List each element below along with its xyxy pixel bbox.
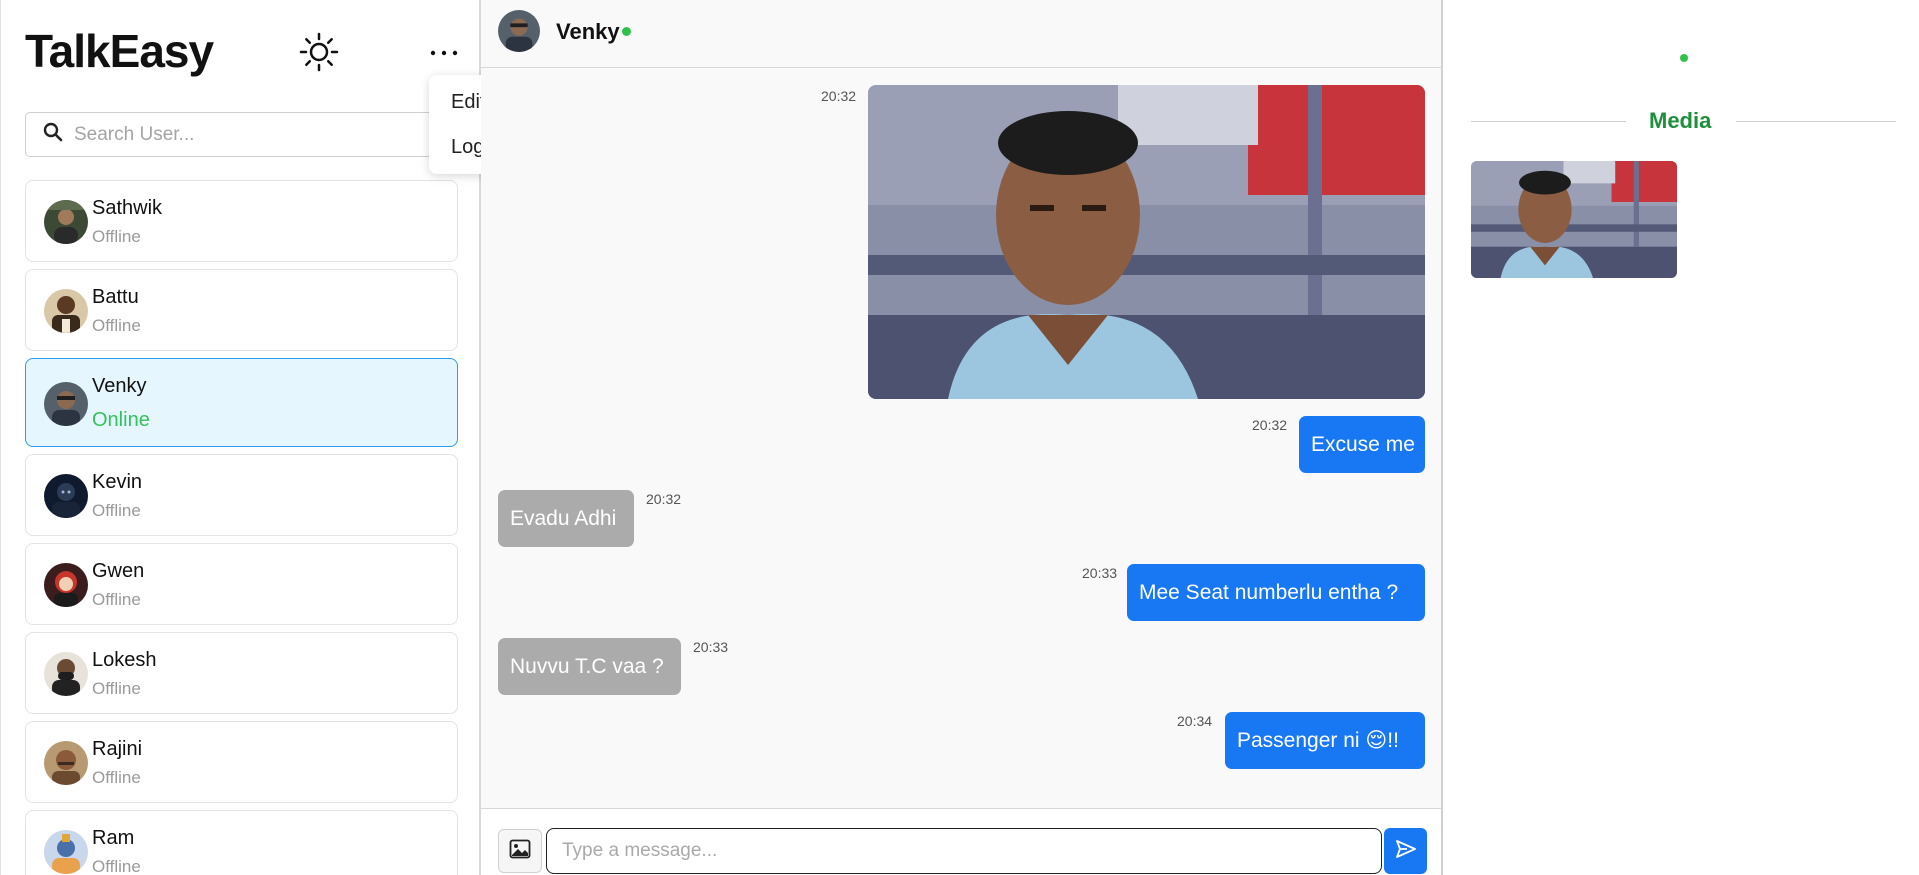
message-bubble-received: Evadu Adhi bbox=[498, 490, 634, 547]
search-input[interactable] bbox=[74, 123, 434, 146]
message-image[interactable] bbox=[868, 85, 1425, 399]
message-bubble-sent: Passenger ni 😌!! bbox=[1225, 712, 1425, 769]
user-status: Offline bbox=[92, 501, 141, 520]
user-name: Gwen bbox=[92, 560, 145, 582]
user-list: Sathwik Offline Battu Offline Venky Onli… bbox=[25, 180, 458, 875]
user-name: Battu bbox=[92, 286, 139, 308]
avatar bbox=[44, 830, 88, 874]
message-time: 20:34 bbox=[1177, 713, 1213, 729]
divider bbox=[1736, 121, 1896, 122]
user-name: Rajini bbox=[92, 738, 143, 760]
user-item-venky[interactable]: Venky Online bbox=[25, 358, 458, 447]
user-item-battu[interactable]: Battu Offline bbox=[25, 269, 458, 351]
user-name: Ram bbox=[92, 827, 135, 849]
media-thumbnail[interactable] bbox=[1471, 161, 1677, 278]
send-icon bbox=[1395, 838, 1417, 865]
sidebar: TalkEasy Search User... Sathwik Offline … bbox=[0, 0, 481, 875]
message-bubble-received: Nuvvu T.C vaa ? bbox=[498, 638, 681, 695]
send-button[interactable] bbox=[1384, 828, 1427, 874]
online-indicator bbox=[1680, 54, 1688, 62]
user-name: Lokesh bbox=[92, 649, 157, 671]
user-status: Offline bbox=[92, 590, 141, 609]
avatar bbox=[44, 200, 88, 244]
avatar bbox=[44, 652, 88, 696]
user-item-sathwik[interactable]: Sathwik Offline bbox=[25, 180, 458, 262]
message-bubble-sent: Excuse me bbox=[1299, 416, 1425, 473]
message-bubble-sent: Mee Seat numberlu entha ? bbox=[1127, 564, 1425, 621]
search-box bbox=[25, 112, 455, 157]
user-status: Online bbox=[92, 409, 150, 431]
message-composer bbox=[481, 808, 1441, 875]
avatar bbox=[44, 563, 88, 607]
attach-image-button[interactable] bbox=[498, 829, 542, 873]
image-icon bbox=[509, 839, 531, 864]
info-panel: Media bbox=[1443, 0, 1919, 875]
message-time: 20:32 bbox=[646, 491, 682, 507]
user-status: Offline bbox=[92, 768, 141, 787]
user-status: Offline bbox=[92, 679, 141, 698]
user-status: Offline bbox=[92, 316, 141, 335]
avatar bbox=[44, 741, 88, 785]
user-name: Kevin bbox=[92, 471, 143, 493]
avatar bbox=[44, 289, 88, 333]
user-name: Venky bbox=[92, 375, 147, 397]
online-indicator bbox=[622, 27, 631, 36]
user-status: Offline bbox=[92, 857, 141, 875]
avatar bbox=[44, 474, 88, 518]
avatar[interactable] bbox=[498, 10, 540, 52]
message-time: 20:33 bbox=[693, 639, 729, 655]
user-item-kevin[interactable]: Kevin Offline bbox=[25, 454, 458, 536]
divider bbox=[1471, 121, 1626, 122]
message-time: 20:32 bbox=[1252, 417, 1288, 433]
chat-header: Venky bbox=[481, 0, 1441, 68]
user-item-ram[interactable]: Ram Offline bbox=[25, 810, 458, 875]
message-input[interactable] bbox=[546, 828, 1382, 874]
avatar bbox=[44, 382, 88, 426]
chat-contact-name: Venky bbox=[556, 19, 620, 44]
brand-title: TalkEasy bbox=[25, 25, 214, 77]
user-name: Sathwik bbox=[92, 197, 163, 219]
search-icon bbox=[42, 121, 64, 148]
sun-icon[interactable] bbox=[297, 30, 341, 74]
user-item-lokesh[interactable]: Lokesh Offline bbox=[25, 632, 458, 714]
app-root: TalkEasy Search User... Sathwik Offline … bbox=[0, 0, 1919, 875]
message-time: 20:33 bbox=[1082, 565, 1118, 581]
user-item-gwen[interactable]: Gwen Offline bbox=[25, 543, 458, 625]
more-icon[interactable] bbox=[427, 40, 461, 64]
message-time: 20:32 bbox=[821, 88, 857, 104]
chat-panel: Venky 20:32 20:32 Excuse me Evadu Adhi 2… bbox=[481, 0, 1443, 875]
user-item-rajini[interactable]: Rajini Offline bbox=[25, 721, 458, 803]
user-status: Offline bbox=[92, 227, 141, 246]
media-title: Media bbox=[1649, 108, 1712, 133]
